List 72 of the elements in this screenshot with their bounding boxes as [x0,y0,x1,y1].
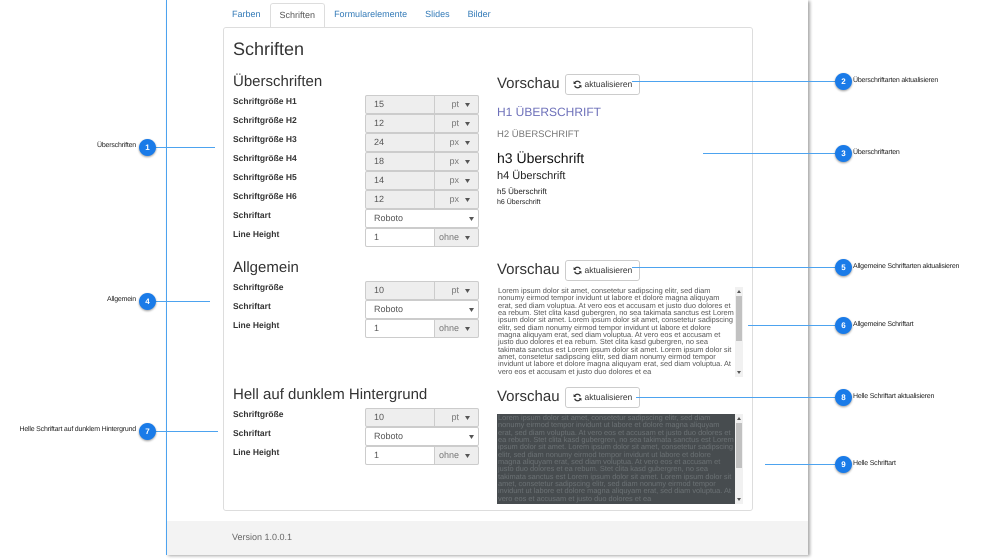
field-label: Line Height [233,228,280,240]
caret-icon [465,416,470,420]
tab[interactable]: Formularelemente [325,3,416,27]
field-label: Schriftgröße H4 [233,152,298,164]
refresh-button[interactable]: aktualisieren [564,260,640,280]
section-heading: Überschriften [233,72,324,92]
field-label: Schriftart [233,300,272,312]
font-dropdown[interactable]: Roboto [365,209,479,228]
callout-marker: 9 [835,456,852,473]
callout-marker: 5 [835,259,852,276]
field-label: Line Height [233,446,280,458]
preview-heading: Vorschau [497,260,560,280]
caret-icon [465,288,470,292]
caret-icon [465,198,470,202]
font-dropdown[interactable]: Roboto [365,427,479,446]
refresh-button[interactable]: aktualisieren [564,386,640,408]
heading-sample: h3 Überschrift [497,150,586,168]
refresh-button[interactable]: aktualisieren [564,74,640,94]
callout-marker: 1 [139,139,156,156]
heading-sample: h5 Überschrift [497,187,548,198]
tab[interactable]: Bilder [458,3,500,27]
field-label: Schriftart [233,209,272,221]
tab[interactable]: Schriften [270,3,326,27]
unit-dropdown[interactable]: ohne [435,319,479,338]
caret-icon [465,454,470,458]
version-text: Version 1.0.0.1 [232,531,292,544]
field-label: Schriftgröße H3 [233,133,298,145]
caret-icon [465,178,470,182]
field-label: Schriftart [233,427,272,439]
caret-icon [465,102,470,106]
tab[interactable]: Farben [223,3,270,27]
font-dropdown[interactable]: Roboto [365,300,479,319]
field-label: Schriftgröße H6 [233,190,298,202]
field-label: Schriftgröße [233,281,285,293]
callout-marker: 7 [139,423,156,440]
caret-icon [469,308,474,312]
heading-sample: H1 ÜBERSCHRIFT [497,105,602,120]
section-heading: Allgemein [233,258,300,278]
field-label: Line Height [233,319,280,331]
heading-sample: h4 Überschrift [497,170,566,184]
field-label: Schriftgröße H2 [233,114,298,126]
scrollbar[interactable] [735,287,743,377]
caret-icon [465,160,470,164]
refresh-icon [572,266,582,274]
unit-dropdown[interactable]: ohne [435,228,479,247]
caret-icon [465,236,470,240]
callout-marker: 6 [835,317,852,334]
page-title: Schriften [233,38,306,61]
caret-icon [465,140,470,144]
caret-icon [465,326,470,330]
field-label: Schriftgröße H1 [233,95,298,107]
caret-icon [465,122,470,126]
refresh-icon [572,80,582,88]
field-label: Schriftgröße H5 [233,171,298,183]
preview-heading: Vorschau [497,386,560,407]
caret-icon [469,216,474,220]
field-label: Schriftgröße [233,408,285,420]
heading-sample: H2 ÜBERSCHRIFT [497,129,580,141]
number-field[interactable]: 1 [365,319,435,338]
callout-marker: 3 [835,145,852,162]
callout-marker: 8 [835,389,852,406]
unit-dropdown[interactable]: ohne [435,446,479,465]
number-field[interactable]: 1 [365,228,435,247]
section-heading: Hell auf dunklem Hintergrund [233,385,428,405]
caret-icon [469,434,474,438]
callout-marker: 2 [835,73,852,90]
scrollbar[interactable] [735,414,743,504]
preview-heading: Vorschau [497,74,560,94]
number-field[interactable]: 1 [365,446,435,465]
tab[interactable]: Slides [416,3,459,27]
callout-marker: 4 [139,293,156,310]
refresh-icon [572,392,582,402]
